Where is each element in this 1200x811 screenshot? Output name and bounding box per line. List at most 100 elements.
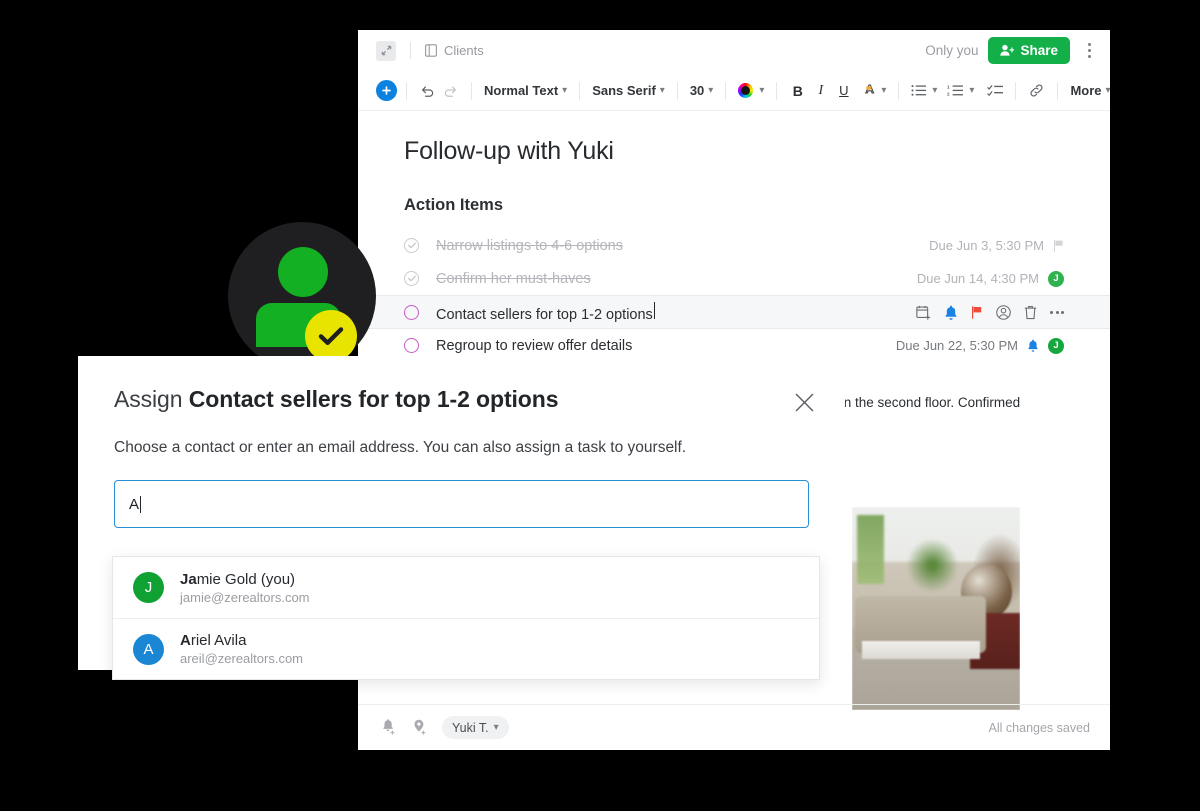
- italic-button[interactable]: I: [809, 79, 832, 102]
- text-color-wheel-icon: [738, 83, 754, 98]
- chevron-down-icon: ▾: [969, 85, 975, 96]
- share-label: Share: [1020, 43, 1058, 58]
- task-meta: Due Jun 22, 5:30 PM J: [896, 337, 1064, 354]
- task-action-bar: [916, 304, 1064, 320]
- location-add-icon[interactable]: [411, 719, 428, 736]
- paragraph-style-select[interactable]: Normal Text ▾: [481, 83, 570, 98]
- avatar: A: [133, 633, 164, 665]
- link-icon[interactable]: [1025, 79, 1048, 102]
- highlight-picker[interactable]: ▾: [859, 83, 889, 98]
- bell-add-icon[interactable]: [380, 719, 397, 736]
- numbered-list-button[interactable]: 1 2 ▾: [944, 84, 977, 97]
- underline-button[interactable]: U: [832, 79, 855, 102]
- list-item-text: Ariel Avila areil@zerealtors.com: [180, 632, 303, 666]
- table-row-active[interactable]: Contact sellers for top 1-2 options: [358, 295, 1110, 329]
- task-checkbox[interactable]: [404, 238, 419, 253]
- more-horizontal-icon[interactable]: [1050, 310, 1064, 314]
- task-label-text: Contact sellers for top 1-2 options: [436, 306, 653, 323]
- chevron-down-icon: ▾: [493, 722, 499, 733]
- font-size-select[interactable]: 30 ▾: [687, 83, 717, 98]
- task-due: Due Jun 3, 5:30 PM: [929, 238, 1044, 253]
- task-label[interactable]: Contact sellers for top 1-2 options: [436, 301, 655, 323]
- page-title: Follow-up with Yuki: [404, 137, 614, 165]
- bell-icon[interactable]: [944, 305, 958, 320]
- table-row[interactable]: Confirm her must-haves Due Jun 14, 4:30 …: [358, 262, 1110, 295]
- person-circle-icon[interactable]: [996, 304, 1011, 320]
- plus-circle-icon[interactable]: [376, 80, 397, 101]
- dialog-description: Choose a contact or enter an email addre…: [114, 439, 687, 456]
- more-vertical-icon[interactable]: [1080, 40, 1098, 62]
- contact-name-rest: mie Gold (you): [196, 570, 296, 588]
- assignee-chip-label: Yuki T.: [452, 720, 489, 735]
- contact-name-rest: riel Avila: [190, 632, 247, 649]
- titlebar-actions: Only you Share: [925, 37, 1098, 64]
- breadcrumb[interactable]: Clients: [425, 43, 484, 58]
- assignee-search-input[interactable]: A: [114, 480, 809, 528]
- formatting-toolbar: Normal Text ▾ Sans Serif ▾ 30 ▾ ▾ B I U …: [358, 71, 1110, 111]
- breadcrumb-label: Clients: [444, 43, 484, 58]
- flag-icon[interactable]: [1053, 239, 1064, 252]
- task-meta: Due Jun 14, 4:30 PM J: [917, 270, 1064, 287]
- calendar-add-icon[interactable]: [916, 305, 931, 320]
- more-label: More: [1070, 83, 1102, 98]
- font-family-value: Sans Serif: [592, 83, 656, 98]
- paragraph-style-value: Normal Text: [484, 83, 559, 98]
- person-add-icon: [1000, 44, 1015, 57]
- numbered-list-icon: 1 2: [947, 84, 964, 97]
- trash-icon[interactable]: [1024, 305, 1037, 320]
- bell-icon[interactable]: [1027, 339, 1039, 352]
- bold-button[interactable]: B: [786, 79, 809, 102]
- task-meta: [916, 304, 1064, 320]
- window-footer: Yuki T. ▾ All changes saved: [358, 704, 1110, 750]
- list-item[interactable]: J Jamie Gold (you) jamie@zerealtors.com: [113, 557, 819, 618]
- living-room-photo: [852, 507, 1020, 710]
- avatar[interactable]: J: [1048, 337, 1064, 354]
- highlight-pen-icon: [862, 83, 876, 98]
- contact-email: areil@zerealtors.com: [180, 651, 304, 666]
- more-tools-button[interactable]: More ▾: [1067, 83, 1110, 98]
- task-list: Narrow listings to 4-6 options Due Jun 3…: [358, 229, 1110, 362]
- list-item[interactable]: A Ariel Avila areil@zerealtors.com: [113, 618, 819, 679]
- chevron-down-icon: ▾: [881, 85, 887, 96]
- contact-name: Ariel Avila: [180, 632, 303, 649]
- font-family-select[interactable]: Sans Serif ▾: [589, 83, 668, 98]
- screenshot-stage: Clients Only you Share Normal Text ▾ San…: [0, 0, 1200, 811]
- avatar: J: [133, 572, 164, 603]
- task-checkbox[interactable]: [404, 304, 419, 320]
- chevron-down-icon: ▾: [1105, 85, 1110, 96]
- visibility-label: Only you: [925, 43, 979, 58]
- underline-label: U: [839, 83, 849, 98]
- table-row[interactable]: Narrow listings to 4-6 options Due Jun 3…: [358, 229, 1110, 262]
- italic-label: I: [818, 82, 824, 98]
- share-button[interactable]: Share: [988, 37, 1070, 64]
- bulleted-list-button[interactable]: ▾: [908, 84, 940, 97]
- close-icon[interactable]: [794, 392, 815, 413]
- expand-icon[interactable]: [376, 40, 396, 61]
- list-item-text: Jamie Gold (you) jamie@zerealtors.com: [180, 571, 310, 605]
- svg-text:1: 1: [947, 85, 950, 90]
- chevron-down-icon: ▾: [562, 85, 568, 96]
- task-checkbox[interactable]: [404, 271, 419, 286]
- dialog-header: Assign Contact sellers for top 1-2 optio…: [78, 356, 845, 413]
- check-badge-icon: [305, 310, 357, 362]
- flag-icon[interactable]: [971, 305, 983, 319]
- undo-icon[interactable]: [416, 79, 439, 102]
- task-checkbox[interactable]: [404, 338, 419, 353]
- task-label: Regroup to review offer details: [436, 337, 633, 354]
- dialog-title-prefix: Assign: [114, 386, 183, 412]
- assignee-search-value: A: [129, 495, 140, 513]
- assignee-suggestion-list: J Jamie Gold (you) jamie@zerealtors.com …: [112, 556, 820, 680]
- contact-name-match: A: [180, 632, 191, 649]
- task-label: Narrow listings to 4-6 options: [436, 237, 623, 254]
- redo-icon[interactable]: [439, 79, 462, 102]
- text-cursor: [653, 301, 655, 319]
- contact-name-match: Ja: [180, 570, 197, 588]
- checklist-icon[interactable]: [983, 79, 1006, 102]
- avatar[interactable]: J: [1048, 270, 1064, 287]
- section-heading: Action Items: [404, 196, 504, 214]
- text-color-picker[interactable]: ▾: [735, 83, 767, 98]
- contact-name: Jamie Gold (you): [180, 571, 310, 588]
- assignee-chip[interactable]: Yuki T. ▾: [442, 716, 509, 739]
- text-cursor: [140, 495, 142, 513]
- dialog-title-task: Contact sellers for top 1-2 options: [188, 386, 559, 412]
